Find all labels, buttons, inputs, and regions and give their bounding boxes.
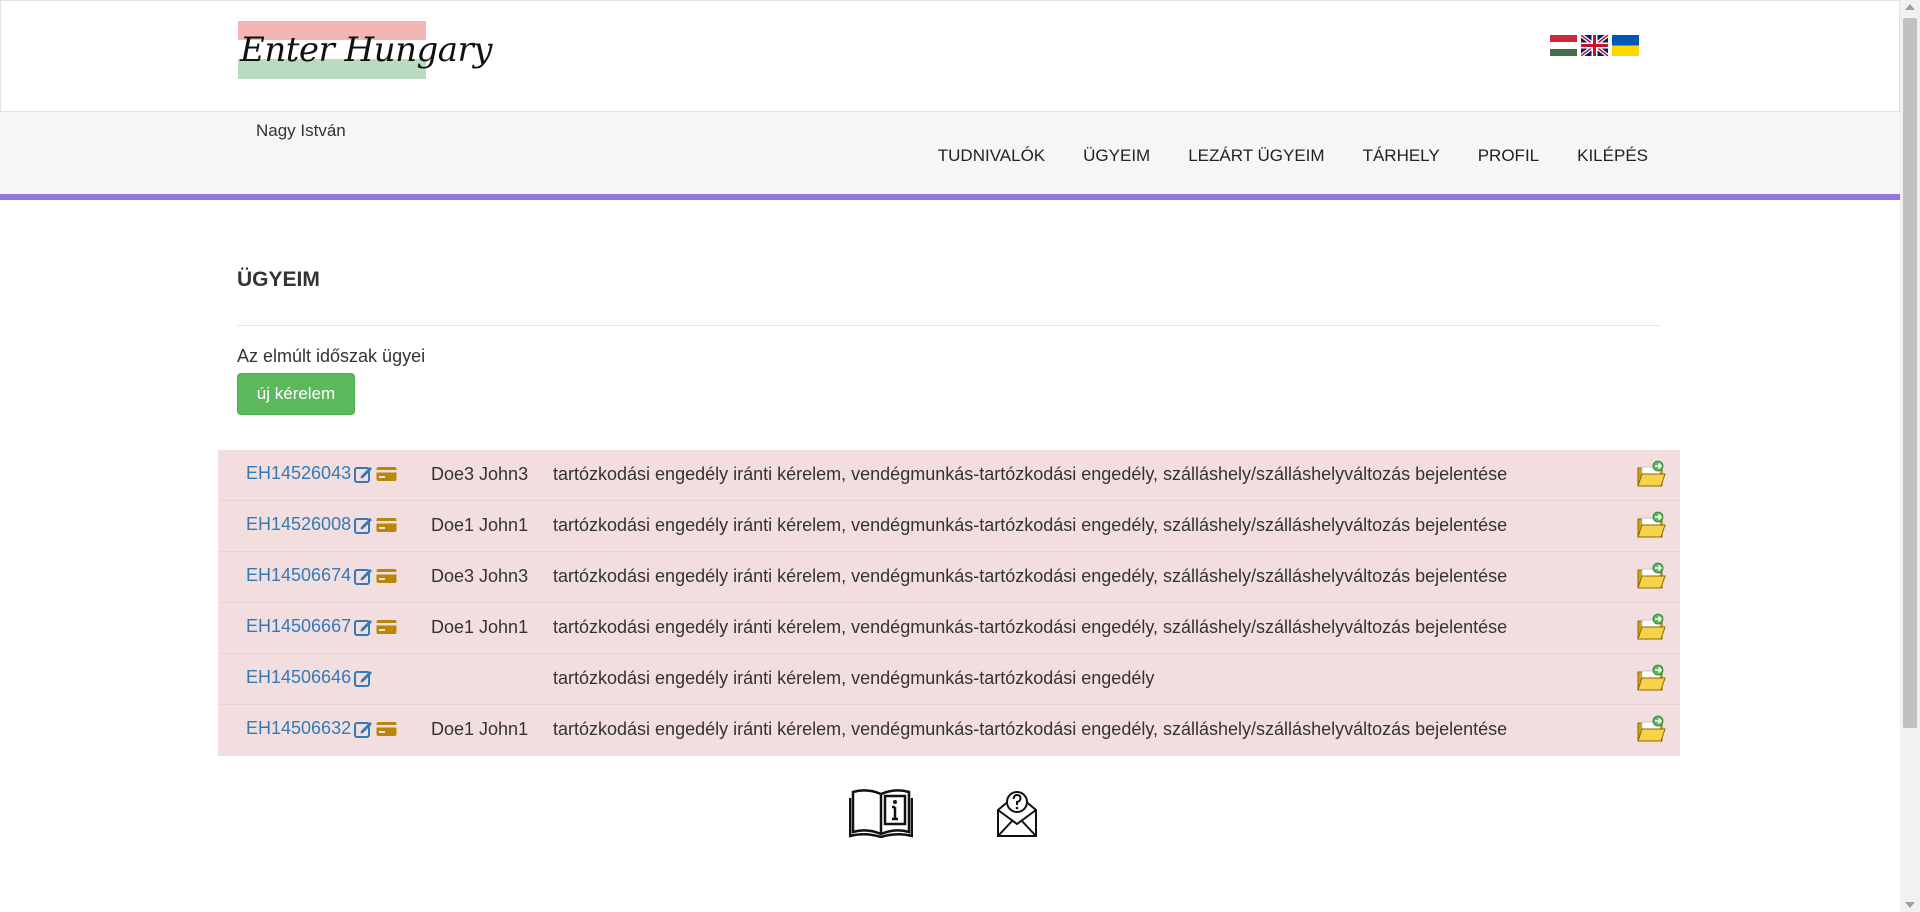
nav-ugyeim[interactable]: ÜGYEIM: [1064, 146, 1169, 166]
scrollbar-thumb[interactable]: [1903, 18, 1917, 728]
main-navbar: Nagy István TUDNIVALÓK ÜGYEIM LEZÁRT ÜGY…: [0, 112, 1900, 200]
folder-open-icon[interactable]: [1636, 510, 1666, 540]
case-id-cell: EH14506632: [246, 718, 397, 739]
case-description: tartózkodási engedély iránti kérelem, ve…: [553, 464, 1508, 484]
scroll-up-arrow-icon[interactable]: [1905, 4, 1915, 10]
nav-kilepes[interactable]: KILÉPÉS: [1558, 146, 1667, 166]
folder-open-icon[interactable]: [1636, 612, 1666, 642]
case-id-link[interactable]: EH14506632: [246, 718, 351, 739]
case-id-link[interactable]: EH14526043: [246, 463, 351, 484]
uk-flag-icon[interactable]: [1581, 35, 1608, 56]
case-description: tartózkodási engedély iránti kérelem, ve…: [553, 515, 1508, 535]
applicant-name: Doe1 John1: [431, 617, 529, 637]
table-row: EH14506674 Doe3 John3 tartózkodási engedél…: [218, 552, 1680, 603]
page-title: ÜGYEIM: [237, 268, 320, 291]
table-row: EH14526043 Doe3 John3 tartózkodási engedél…: [218, 450, 1680, 501]
page-scrollbar[interactable]: [1900, 0, 1920, 912]
edit-icon[interactable]: [354, 720, 373, 738]
new-request-button[interactable]: új kérelem: [237, 373, 355, 415]
applicant-name: Doe3 John3: [431, 566, 529, 586]
edit-icon[interactable]: [354, 465, 373, 483]
credit-card-icon[interactable]: [376, 568, 397, 584]
case-id-link[interactable]: EH14506674: [246, 565, 351, 586]
case-id-cell: EH14506667: [246, 616, 397, 637]
logo-text: Enter Hungary: [240, 30, 493, 70]
table-row: EH14506632 Doe1 John1 tartózkodási engedél…: [218, 705, 1680, 756]
table-row: EH14526008 Doe1 John1 tartózkodási engedél…: [218, 501, 1680, 552]
enter-hungary-logo[interactable]: Enter Hungary: [238, 21, 493, 79]
table-row: EH14506646 tartózkodási engedély iránti k…: [218, 654, 1680, 705]
page-subtitle: Az elmúlt időszak ügyei: [237, 346, 426, 366]
case-id-cell: EH14506646: [246, 667, 373, 688]
case-description: tartózkodási engedély iránti kérelem, ve…: [553, 566, 1508, 586]
nav-tarhely[interactable]: TÁRHELY: [1344, 146, 1459, 166]
credit-card-icon[interactable]: [376, 721, 397, 737]
edit-icon[interactable]: [354, 618, 373, 636]
case-description: tartózkodási engedély iránti kérelem, ve…: [553, 668, 1155, 688]
ukraine-flag-icon[interactable]: [1612, 35, 1639, 56]
case-id-cell: EH14506674: [246, 565, 397, 586]
edit-icon[interactable]: [354, 567, 373, 585]
credit-card-icon[interactable]: [376, 517, 397, 533]
edit-icon[interactable]: [354, 669, 373, 687]
case-description: tartózkodási engedély iránti kérelem, ve…: [553, 617, 1508, 637]
case-id-link[interactable]: EH14506667: [246, 616, 351, 637]
case-id-link[interactable]: EH14526008: [246, 514, 351, 535]
scroll-down-arrow-icon[interactable]: [1905, 902, 1915, 908]
case-description: tartózkodási engedély iránti kérelem, ve…: [553, 719, 1508, 739]
nav-lezart-ugyeim[interactable]: LEZÁRT ÜGYEIM: [1169, 146, 1343, 166]
table-row: EH14506667 Doe1 John1 tartózkodási engedél…: [218, 603, 1680, 654]
case-id-cell: EH14526008: [246, 514, 397, 535]
folder-open-icon[interactable]: [1636, 561, 1666, 591]
folder-open-icon[interactable]: [1636, 663, 1666, 693]
folder-open-icon[interactable]: [1636, 714, 1666, 744]
case-id-link[interactable]: EH14506646: [246, 667, 351, 688]
folder-open-icon[interactable]: [1636, 459, 1666, 489]
divider: [237, 325, 1660, 326]
credit-card-icon[interactable]: [376, 619, 397, 635]
info-book-icon[interactable]: [849, 786, 913, 838]
credit-card-icon[interactable]: [376, 466, 397, 482]
nav-tudnivalok[interactable]: TUDNIVALÓK: [919, 146, 1064, 166]
edit-icon[interactable]: [354, 516, 373, 534]
help-mail-icon[interactable]: [995, 786, 1039, 838]
language-switcher: [1550, 35, 1639, 56]
nav-menu: TUDNIVALÓK ÜGYEIM LEZÁRT ÜGYEIM TÁRHELY …: [919, 146, 1667, 166]
user-name: Nagy István: [256, 121, 346, 140]
applicant-name: Doe1 John1: [431, 719, 529, 739]
nav-profil[interactable]: PROFIL: [1459, 146, 1558, 166]
applicant-name: Doe1 John1: [431, 515, 529, 535]
applicant-name: Doe3 John3: [431, 464, 529, 484]
cases-table: EH14526043 Doe3 John3 tartózkodási engedél…: [218, 450, 1680, 756]
hungarian-flag-icon[interactable]: [1550, 35, 1577, 56]
top-header: Enter Hungary: [0, 0, 1900, 112]
case-id-cell: EH14526043: [246, 463, 397, 484]
